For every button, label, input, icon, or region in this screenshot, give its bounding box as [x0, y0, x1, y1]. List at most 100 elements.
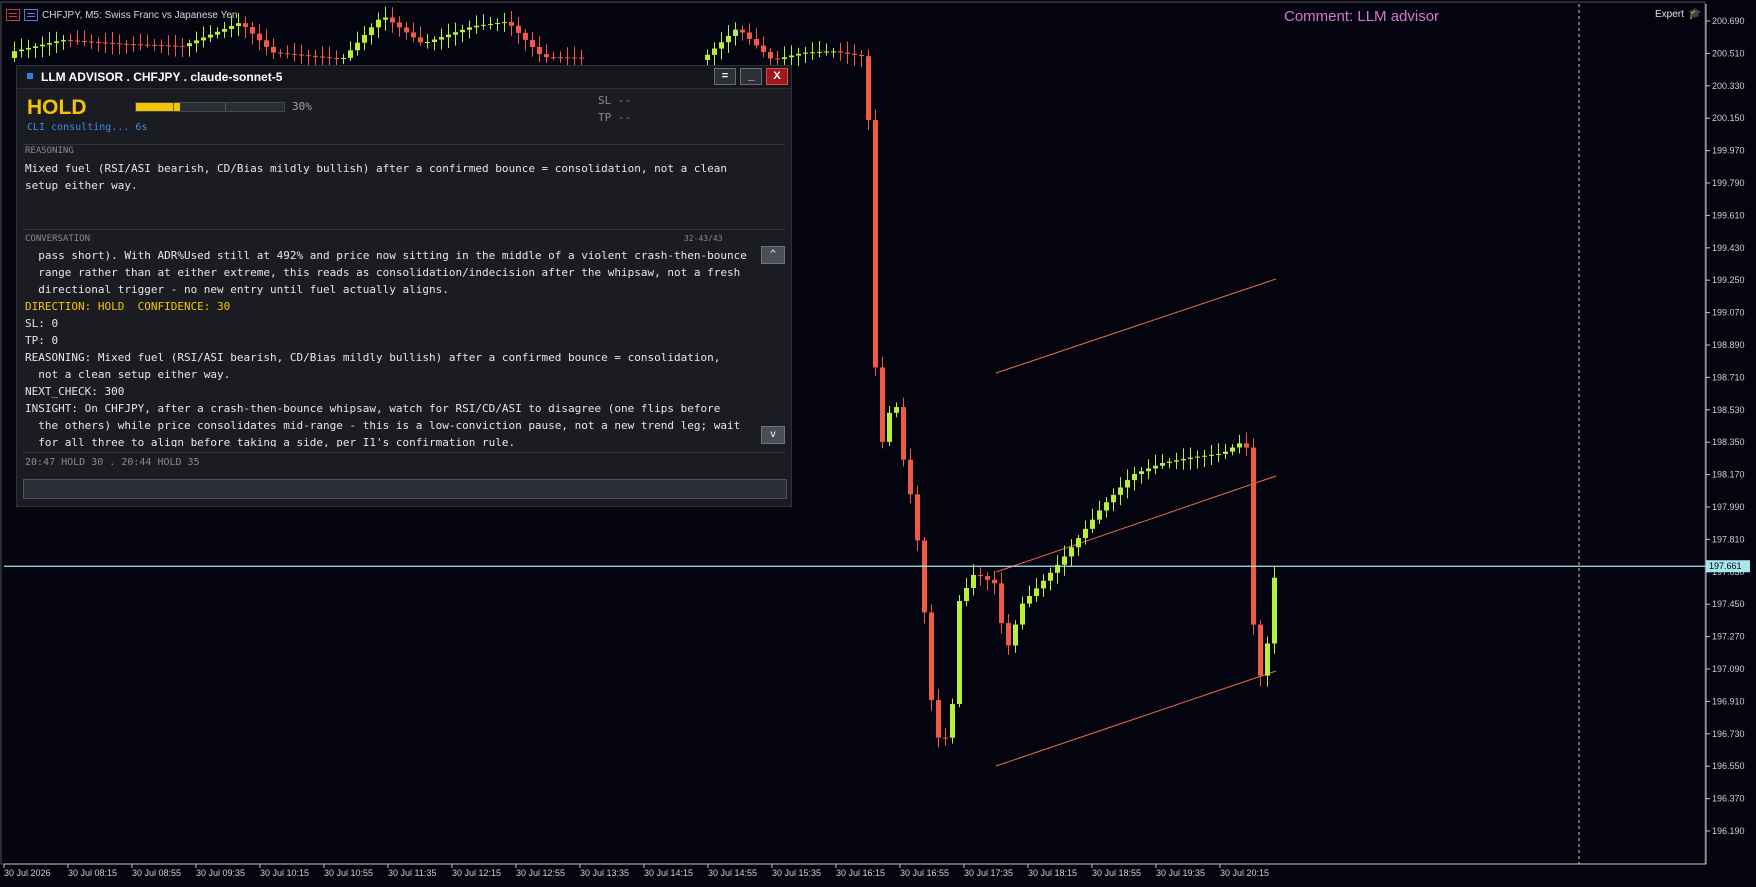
minimize-button[interactable]: _ [740, 68, 762, 85]
conversation-line: SL: 0 [25, 317, 59, 330]
candle-body [1195, 456, 1200, 458]
candle-body [446, 34, 451, 38]
candle-body [852, 53, 857, 55]
candle-body [887, 412, 892, 442]
candle-body [1216, 453, 1221, 455]
scroll-up-button[interactable]: ^ [761, 246, 785, 264]
close-button[interactable]: X [766, 68, 788, 85]
candle-body [1188, 457, 1193, 459]
candle-body [964, 587, 969, 602]
candle-body [61, 40, 66, 42]
candle-body [831, 51, 836, 53]
chart-properties-icon[interactable] [24, 9, 38, 21]
candle-body [999, 583, 1004, 624]
conversation-line: NEXT_CHECK: 300 [25, 385, 125, 398]
candle-body [1139, 471, 1144, 474]
candle-body [1013, 624, 1018, 646]
candle-body [1006, 623, 1011, 646]
candle-body [908, 459, 913, 495]
conversation-count: 32-43/43 [684, 234, 723, 243]
candle-body [1244, 443, 1249, 448]
candle-body [824, 51, 829, 53]
candle-body [1118, 487, 1123, 495]
current-price-label: 197.661 [1709, 561, 1742, 571]
candle-body [1146, 468, 1151, 472]
candle-body [26, 47, 31, 50]
time-tick-label: 30 Jul 09:35 [196, 868, 245, 878]
channel-line [995, 278, 1277, 374]
time-tick-label: 30 Jul 20:15 [1220, 868, 1269, 878]
candle-body [1076, 538, 1081, 548]
price-tick-label: 199.610 [1712, 210, 1745, 220]
candle-body [775, 58, 780, 60]
candle-body [1048, 572, 1053, 581]
price-tick-label: 196.370 [1712, 794, 1745, 804]
candle-body [880, 367, 885, 442]
candle-body [1062, 556, 1067, 565]
candle-body [236, 23, 241, 27]
candle-body [75, 40, 80, 42]
candle-body [705, 54, 710, 60]
confidence-percent: 30% [292, 100, 312, 113]
channel-line [995, 475, 1277, 573]
candle-body [1209, 454, 1214, 456]
time-tick-label: 30 Jul 15:35 [772, 868, 821, 878]
candle-body [474, 25, 479, 28]
expert-label: Expert [1655, 9, 1684, 20]
candle-body [1132, 473, 1137, 481]
price-tick-label: 200.330 [1712, 81, 1745, 91]
candle-body [439, 37, 444, 40]
conversation-line: pass short). With ADR%Used still at 492%… [25, 249, 747, 262]
price-tick-label: 198.170 [1712, 470, 1745, 480]
candle-body [929, 612, 934, 701]
candle-body [1251, 447, 1256, 625]
conversation-line: TP: 0 [25, 334, 59, 347]
candle-body [782, 57, 787, 60]
candle-body [313, 55, 318, 57]
price-tick-label: 199.070 [1712, 308, 1745, 318]
candle-body [82, 41, 87, 43]
conversation-line: DIRECTION: HOLD CONFIDENCE: 30 [25, 300, 231, 313]
price-tick-label: 197.450 [1712, 599, 1745, 609]
candle-body [467, 27, 472, 30]
time-tick-label: 30 Jul 11:35 [388, 868, 436, 878]
candle-body [1223, 451, 1228, 454]
candle-body [866, 56, 871, 121]
candle-body [68, 40, 73, 42]
candle-body [194, 40, 199, 44]
cli-status: CLI consulting... 6s [27, 122, 148, 133]
conversation-log[interactable]: pass short). With ADR%Used still at 492%… [25, 247, 780, 447]
price-tick-label: 196.910 [1712, 696, 1745, 706]
menu-button[interactable]: = [714, 68, 736, 85]
candle-body [201, 37, 206, 41]
candle-body [110, 42, 115, 44]
candle-body [124, 43, 129, 45]
candle-body [845, 52, 850, 54]
time-tick-label: 30 Jul 2026 [4, 868, 51, 878]
candle-body [103, 42, 108, 44]
candle-body [544, 54, 549, 58]
price-tick-label: 198.890 [1712, 340, 1745, 350]
candle-body [957, 601, 962, 705]
price-tick-label: 196.550 [1712, 761, 1745, 771]
scroll-down-button[interactable]: v [761, 426, 785, 444]
conversation-line: not a clean setup either way. [25, 368, 231, 381]
chart-menu-icon[interactable] [6, 9, 20, 21]
candle-body [838, 51, 843, 53]
candle-body [537, 47, 542, 55]
candle-body [1041, 580, 1046, 589]
candle-body [1104, 502, 1109, 511]
candle-body [348, 50, 353, 58]
candle-body [1111, 494, 1116, 503]
candle-body [971, 574, 976, 588]
candle-body [1160, 463, 1165, 466]
chat-input[interactable] [23, 479, 787, 499]
candle-body [481, 24, 486, 26]
time-tick-label: 30 Jul 13:35 [580, 868, 629, 878]
candle-body [796, 53, 801, 56]
conversation-line: INSIGHT: On CHFJPY, after a crash-then-b… [25, 402, 721, 415]
price-tick-label: 199.430 [1712, 243, 1745, 253]
candle-body [40, 44, 45, 47]
panel-title-bar[interactable]: LLM ADVISOR . CHFJPY . claude-sonnet-5 =… [17, 66, 791, 89]
candle-body [943, 737, 948, 739]
